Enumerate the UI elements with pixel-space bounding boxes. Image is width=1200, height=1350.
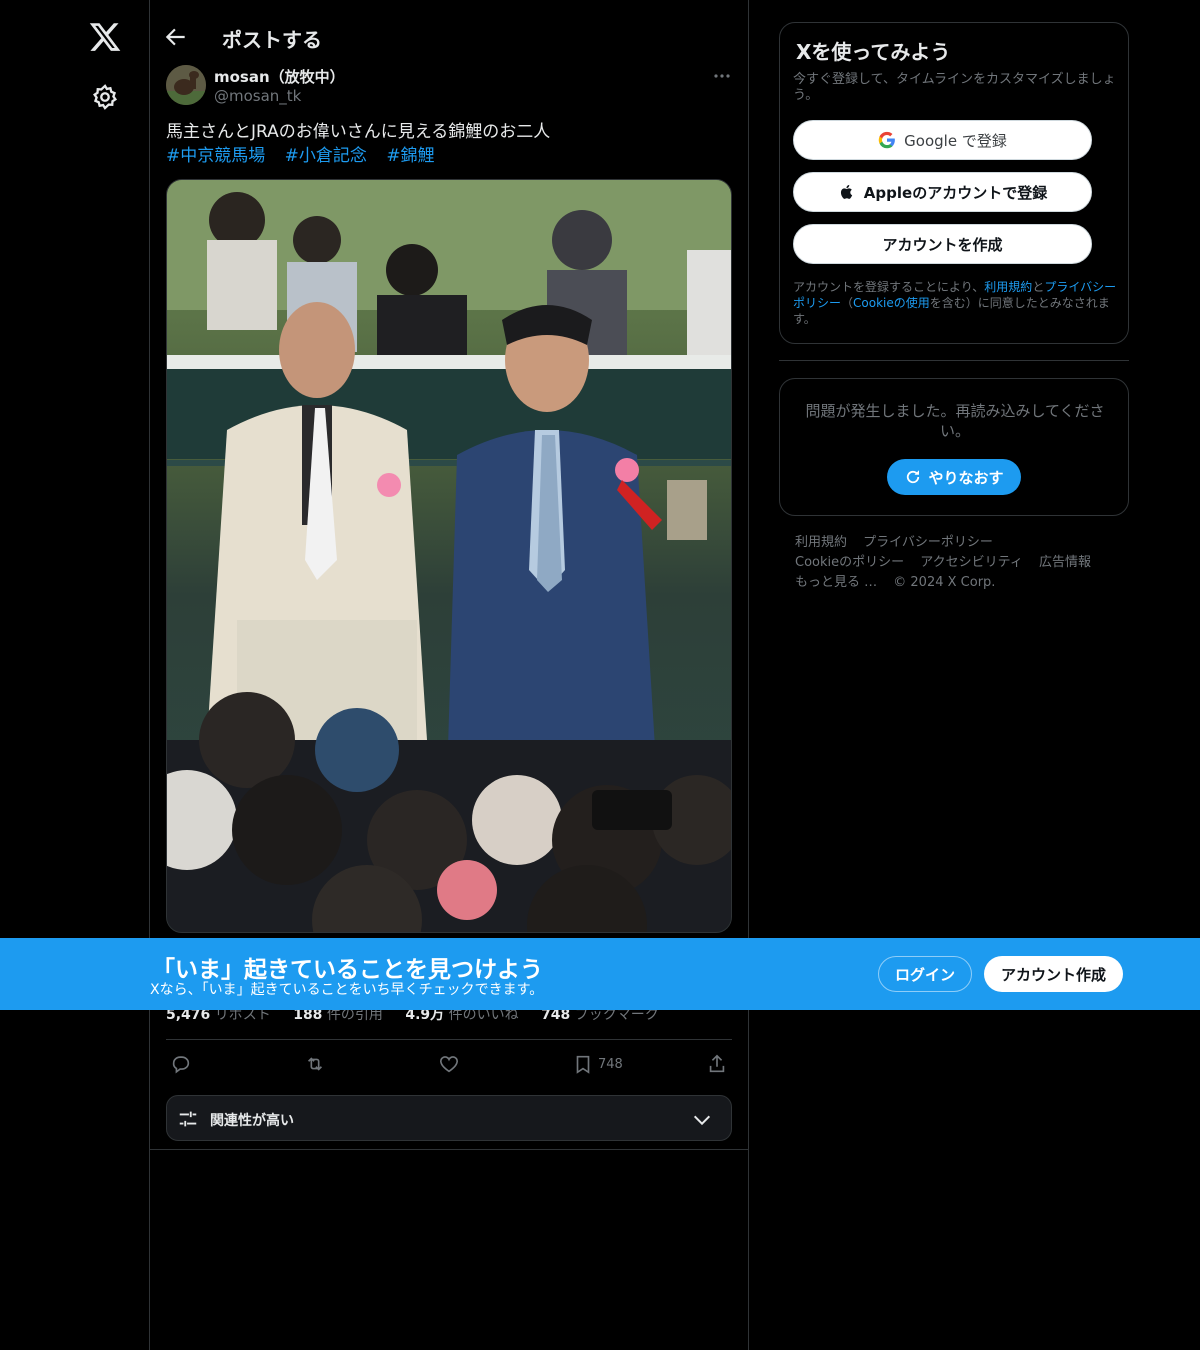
- hashtag-link[interactable]: #中京競馬場: [166, 146, 265, 166]
- google-icon: [878, 131, 896, 149]
- footer-link[interactable]: アクセシビリティ: [920, 555, 1023, 570]
- footer-link[interactable]: 広告情報: [1039, 555, 1091, 570]
- user-handle[interactable]: @mosan_tk: [214, 87, 301, 105]
- tweet-photo[interactable]: [166, 179, 732, 933]
- apple-signup-button[interactable]: Appleのアカウントで登録: [793, 172, 1092, 212]
- terms-text: と: [1032, 280, 1045, 294]
- create-account-button[interactable]: アカウントを作成: [793, 224, 1092, 264]
- divider: [779, 360, 1129, 361]
- like-button[interactable]: [438, 1052, 460, 1076]
- reply-icon: [172, 1056, 190, 1074]
- hashtag-link[interactable]: #小倉記念: [285, 146, 367, 166]
- bookmark-count: 748: [598, 1056, 623, 1072]
- retry-label: やりなおす: [928, 468, 1004, 487]
- apple-signup-label: Appleのアカウントで登録: [863, 183, 1048, 202]
- tweet-action-bar: 748: [166, 1048, 732, 1080]
- share-icon: [709, 1054, 725, 1073]
- error-message: 問題が発生しました。再読み込みしてください。: [805, 402, 1105, 440]
- heart-icon: [439, 1056, 459, 1073]
- retry-button[interactable]: やりなおす: [887, 459, 1021, 495]
- signup-title: Xを使ってみよう: [796, 40, 951, 64]
- avatar-horse-image: [166, 65, 206, 105]
- footer-links: 利用規約 プライバシーポリシー Cookieのポリシー アクセシビリティ 広告情…: [795, 533, 1125, 593]
- signup-terms: アカウントを登録することにより、利用規約とプライバシーポリシー（Cookieの使…: [793, 279, 1119, 327]
- gear-icon[interactable]: [91, 83, 119, 111]
- footer-link[interactable]: Cookieのポリシー: [795, 555, 904, 570]
- footer-link[interactable]: プライバシーポリシー: [863, 535, 993, 550]
- page-title: ポストする: [222, 28, 322, 52]
- avatar[interactable]: [166, 65, 206, 105]
- photo-two-men-at-racecourse: [167, 180, 731, 932]
- repost-button[interactable]: [304, 1052, 326, 1076]
- left-nav: [0, 0, 150, 1350]
- apple-icon: [840, 184, 852, 199]
- banner-subtitle: Xなら、「いま」起きていることをいち早くチェックできます。: [150, 982, 544, 998]
- main-column: ポストする mosan（放牧中） @mosan_tk 馬主さんとJRAのお偉いさ…: [150, 0, 749, 1350]
- terms-text: アカウントを登録することにより、: [793, 280, 985, 294]
- footer-link[interactable]: 利用規約: [795, 535, 847, 550]
- x-logo-icon[interactable]: [88, 20, 122, 54]
- sliders-icon: [179, 1111, 197, 1127]
- chevron-down-icon: [693, 1115, 711, 1126]
- tweet-text: 馬主さんとJRAのお偉いさんに見える錦鯉のお二人: [166, 122, 551, 142]
- sort-label: 関連性が高い: [210, 1113, 294, 1129]
- terms-text: （: [841, 296, 854, 310]
- hashtag-list: #中京競馬場 #小倉記念 #錦鯉: [166, 144, 449, 168]
- reply-sort-dropdown[interactable]: 関連性が高い: [166, 1095, 732, 1141]
- repost-icon: [307, 1057, 323, 1071]
- signup-card: Xを使ってみよう 今すぐ登録して、タイムラインをカスタマイズしましょう。 Goo…: [779, 22, 1129, 344]
- top-bar: ポストする: [150, 0, 749, 74]
- footer-more-link[interactable]: もっと見る …: [795, 575, 877, 590]
- cookie-link[interactable]: Cookieの使用: [853, 296, 930, 310]
- divider: [150, 1149, 749, 1150]
- google-signup-button[interactable]: Google で登録: [793, 120, 1092, 160]
- login-button[interactable]: ログイン: [878, 956, 972, 992]
- banner-signup-button[interactable]: アカウント作成: [984, 956, 1123, 992]
- copyright: © 2024 X Corp.: [893, 575, 996, 590]
- refresh-icon: [907, 470, 920, 484]
- share-button[interactable]: [706, 1052, 728, 1076]
- google-signup-label: Google で登録: [904, 131, 1007, 150]
- hashtag-link[interactable]: #錦鯉: [386, 146, 434, 166]
- reply-button[interactable]: [170, 1052, 192, 1076]
- signup-subtitle: 今すぐ登録して、タイムラインをカスタマイズしましょう。: [793, 72, 1116, 103]
- signup-banner: 「いま」起きていることを見つけよう Xなら、「いま」起きていることをいち早くチェ…: [0, 938, 1200, 1010]
- bookmark-icon: [576, 1055, 590, 1074]
- display-name[interactable]: mosan（放牧中）: [214, 66, 345, 87]
- divider: [166, 1039, 732, 1040]
- terms-link[interactable]: 利用規約: [984, 280, 1032, 294]
- bookmark-button[interactable]: 748: [572, 1052, 623, 1076]
- back-arrow-icon[interactable]: [163, 24, 189, 50]
- more-options-icon[interactable]: [712, 68, 732, 84]
- error-card: 問題が発生しました。再読み込みしてください。 やりなおす: [779, 378, 1129, 516]
